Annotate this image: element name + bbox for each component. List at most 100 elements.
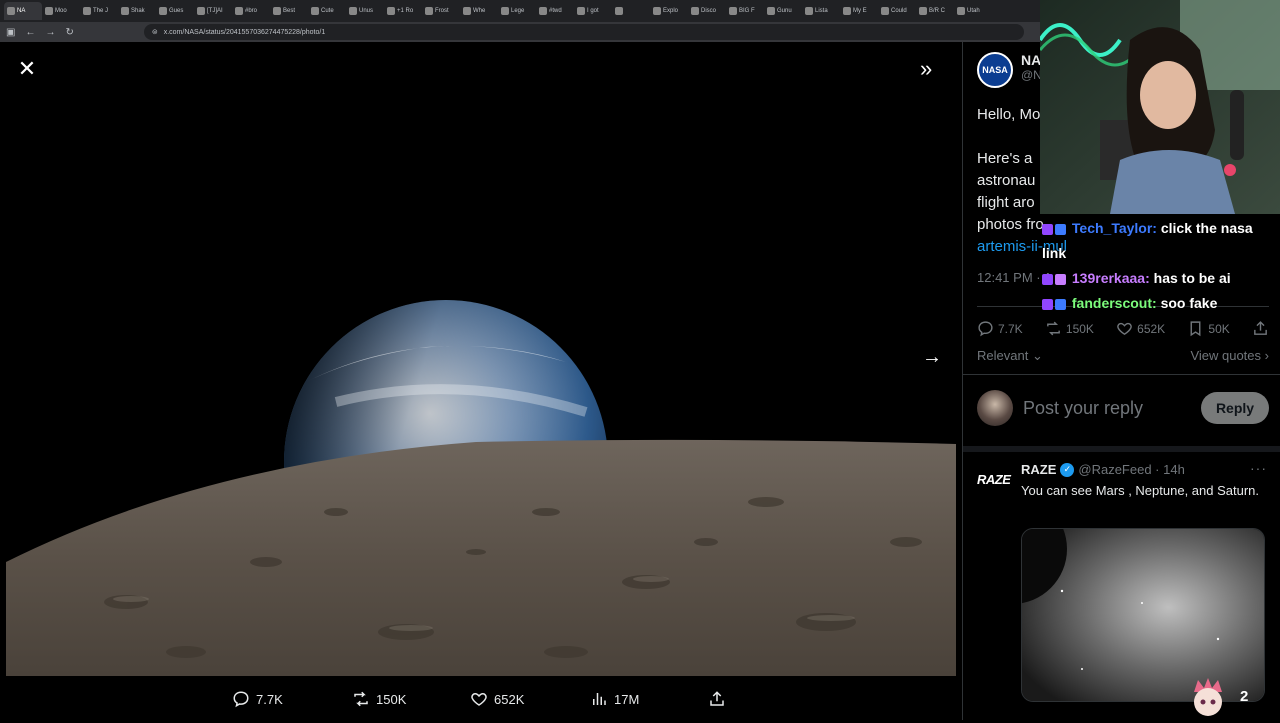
browser-tab[interactable]: #twd [536, 2, 574, 20]
more-options-icon[interactable]: ··· [1250, 460, 1267, 476]
relevant-dropdown[interactable]: Relevant ⌄ [977, 348, 1043, 364]
forward-icon[interactable]: → [45, 27, 55, 38]
tab-label: Lista [815, 8, 828, 14]
tab-label: Frost [435, 8, 449, 14]
tab-favicon-icon [273, 7, 281, 15]
tab-label: My E [853, 8, 867, 14]
browser-tab[interactable]: I got [574, 2, 612, 20]
repost-icon [1047, 321, 1060, 336]
author-name[interactable]: NA [1021, 52, 1042, 68]
browser-tab[interactable]: #bro [232, 2, 270, 20]
reply-media-image[interactable] [1021, 528, 1265, 702]
tab-label: B/R C [929, 8, 946, 14]
reply-author-handle[interactable]: @RazeFeed · 14h [1078, 462, 1184, 477]
user-avatar[interactable] [977, 390, 1013, 426]
bookmark-button[interactable]: 50K [1187, 320, 1230, 337]
verified-badge-icon: ✓ [1060, 462, 1075, 477]
browser-tab[interactable]: Shak [118, 2, 156, 20]
browser-tab[interactable]: Could [878, 2, 916, 20]
browser-tab[interactable]: Gues [156, 2, 194, 20]
browser-tab[interactable]: NA [4, 2, 42, 20]
viewer-views-button[interactable]: 17M [590, 690, 639, 708]
overlay-counter: 2 [1240, 688, 1249, 705]
browser-tab[interactable]: BIG F [726, 2, 764, 20]
tab-favicon-icon [615, 7, 623, 15]
tweet-author[interactable]: NASA NA @N [977, 52, 1042, 88]
reply-count: 7.7K [998, 321, 1023, 336]
heart-icon [471, 692, 487, 706]
browser-tab[interactable]: My E [840, 2, 878, 20]
browser-tab[interactable]: B/R C [916, 2, 954, 20]
browser-tab[interactable]: Moo [42, 2, 80, 20]
browser-tab[interactable]: Unus [346, 2, 384, 20]
browser-tab[interactable]: [TJ]AI [194, 2, 232, 20]
photo-viewer: ✕ » → 7.7K 150K 652K 17M [0, 42, 962, 720]
reply-input[interactable]: Post your reply [1023, 398, 1191, 419]
chat-text: has to be ai [1153, 270, 1231, 286]
repost-count: 150K [1065, 321, 1094, 336]
raze-avatar[interactable]: RAZE [977, 472, 1011, 487]
reply-author-name[interactable]: RAZE [1021, 462, 1056, 477]
site-info-icon[interactable]: ⊜ [152, 28, 158, 36]
browser-tab[interactable]: Explo [650, 2, 688, 20]
earthrise-photo [6, 42, 956, 676]
tweet-timestamp[interactable]: 12:41 PM · A [977, 270, 1052, 285]
chat-username: fanderscout: [1071, 295, 1157, 311]
share-button[interactable] [1252, 320, 1269, 337]
author-handle[interactable]: @N [1021, 68, 1042, 82]
reply-button[interactable]: 7.7K [977, 320, 1023, 337]
chat-badge-icon [1055, 273, 1066, 285]
viewer-reply-button[interactable]: 7.7K [232, 690, 283, 708]
view-quotes-link[interactable]: View quotes › [1190, 348, 1269, 364]
viewer-share-button[interactable] [708, 690, 726, 708]
reply-header: RAZE ✓ @RazeFeed · 14h [1021, 462, 1271, 477]
tab-favicon-icon [7, 7, 15, 15]
reload-icon[interactable]: ↻ [65, 27, 73, 38]
tab-label: Best [283, 8, 296, 14]
browser-tab[interactable]: Gunu [764, 2, 802, 20]
tab-label: Whe [473, 8, 486, 14]
browser-tab[interactable]: Cute [308, 2, 346, 20]
browser-tab[interactable]: Lista [802, 2, 840, 20]
browser-tab[interactable]: Disco [688, 2, 726, 20]
like-button[interactable]: 652K [1116, 320, 1165, 337]
tab-label: I got [587, 8, 599, 14]
browser-tab[interactable]: Whe [460, 2, 498, 20]
tab-label: [TJ]AI [207, 8, 223, 14]
viewer-repost-button[interactable]: 150K [352, 690, 406, 708]
reply-composer: Post your reply Reply [977, 390, 1269, 426]
viewer-views-count: 17M [614, 691, 640, 707]
back-icon[interactable]: ← [25, 27, 35, 38]
reply-submit-button[interactable]: Reply [1201, 392, 1269, 424]
tab-favicon-icon [577, 7, 585, 15]
browser-tab[interactable]: +1 Ro [384, 2, 422, 20]
repost-button[interactable]: 150K [1045, 320, 1094, 337]
browser-tab[interactable]: Utah [954, 2, 992, 20]
sidebar-toggle-icon[interactable]: ▣ [6, 27, 15, 38]
chat-message: Tech_Taylor: click the nasa link [1042, 216, 1278, 266]
tab-label: Unus [359, 8, 374, 14]
next-photo-arrow-icon[interactable]: → [922, 346, 942, 369]
tab-label: Cute [321, 8, 334, 14]
chat-text: soo fake [1160, 295, 1218, 311]
browser-tab[interactable]: Best [270, 2, 308, 20]
chat-badge-icon [1042, 273, 1053, 285]
url-field[interactable]: ⊜ x.com/NASA/status/2041557036274475228/… [143, 24, 1024, 40]
close-photo-button[interactable]: ✕ [14, 56, 40, 82]
browser-tab[interactable] [612, 2, 650, 20]
expand-sidebar-icon[interactable]: » [920, 56, 932, 82]
browser-tab[interactable]: Frost [422, 2, 460, 20]
streamer-webcam [1040, 0, 1280, 214]
chat-message: fanderscout: soo fake [1042, 291, 1278, 316]
reply-icon [978, 321, 993, 337]
nasa-avatar[interactable]: NASA [977, 52, 1013, 88]
viewer-repost-count: 150K [376, 691, 407, 707]
viewer-like-button[interactable]: 652K [470, 690, 524, 708]
stream-chat-overlay: Tech_Taylor: click the nasa link 139rerk… [1042, 216, 1278, 316]
browser-tab[interactable]: The J [80, 2, 118, 20]
browser-tab[interactable]: Lege [498, 2, 536, 20]
anime-emote-icon [1190, 678, 1226, 718]
tab-favicon-icon [83, 7, 91, 15]
tab-favicon-icon [463, 7, 471, 15]
chat-username: 139rerkaaa: [1071, 270, 1150, 286]
